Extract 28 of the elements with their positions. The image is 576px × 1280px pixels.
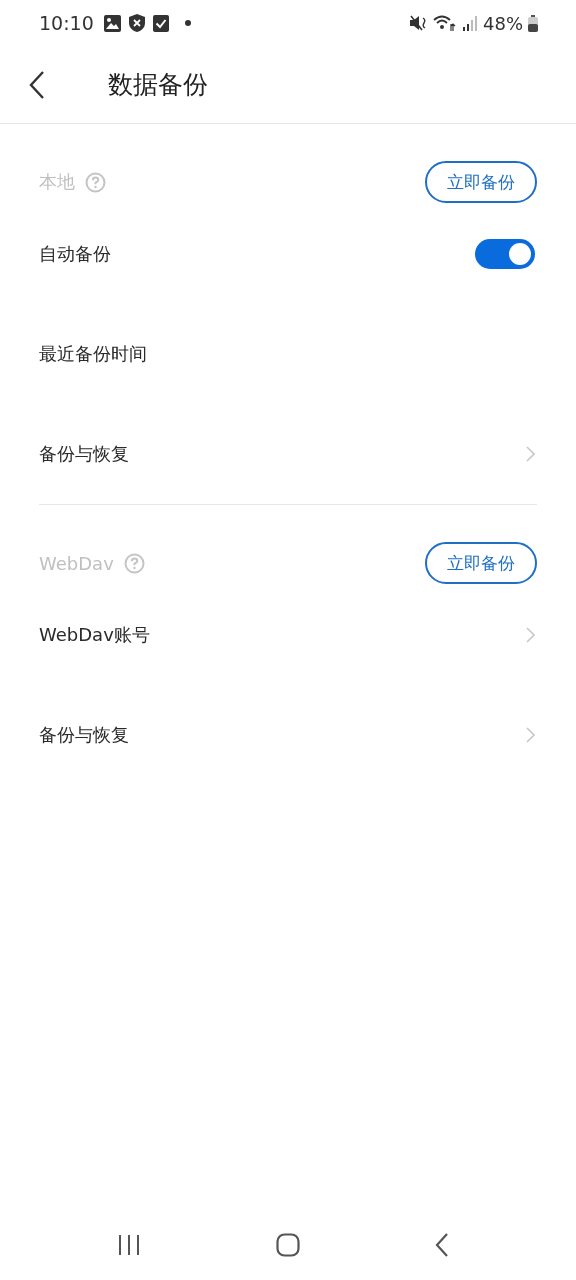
battery-icon — [528, 14, 538, 32]
status-time: 10:10 — [39, 12, 94, 34]
back-icon[interactable] — [29, 70, 45, 99]
menu-item-label: 最近备份时间 — [39, 342, 147, 366]
section-label: WebDav — [39, 552, 114, 574]
image-icon — [103, 14, 121, 32]
shield-icon — [128, 14, 145, 32]
toggle-switch[interactable] — [475, 239, 535, 269]
battery-percent: 48% — [483, 12, 523, 34]
checkbox-icon — [152, 14, 169, 32]
recent-apps-icon[interactable] — [117, 1234, 142, 1256]
menu-item-label[interactable]: 备份与恢复 — [39, 723, 129, 747]
backup-now-button[interactable]: 立即备份 — [425, 542, 537, 584]
back-nav-icon[interactable] — [434, 1233, 449, 1257]
dot-icon — [184, 20, 191, 26]
menu-item-label[interactable]: 备份与恢复 — [39, 442, 129, 466]
wifi-icon — [433, 14, 457, 32]
chevron-right-icon — [526, 727, 535, 743]
signal-icon — [462, 15, 478, 31]
section-label: 本地 — [39, 170, 75, 194]
backup-now-button[interactable]: 立即备份 — [425, 161, 537, 203]
mute-icon — [410, 15, 428, 31]
chevron-right-icon — [526, 446, 535, 462]
menu-item-label[interactable]: WebDav账号 — [39, 623, 150, 647]
home-icon[interactable] — [276, 1233, 300, 1257]
chevron-right-icon — [526, 627, 535, 643]
setting-label: 自动备份 — [39, 242, 111, 266]
page-title: 数据备份 — [108, 69, 208, 101]
